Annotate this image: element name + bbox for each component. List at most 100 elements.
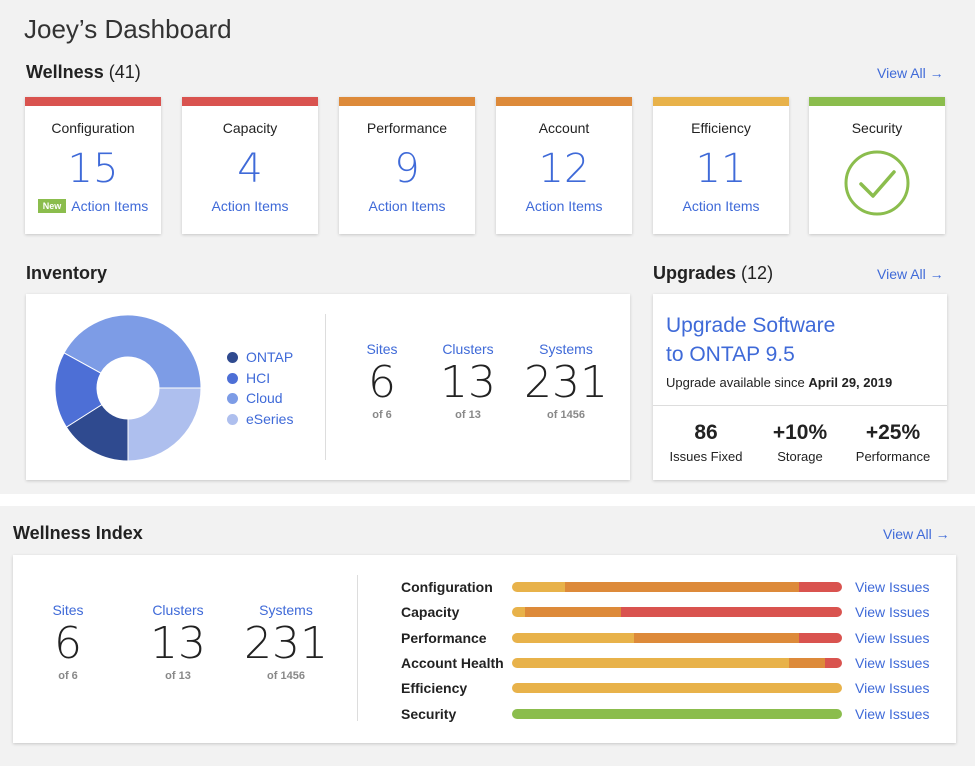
legend-label: Cloud [246, 390, 283, 406]
legend-dot [227, 373, 238, 384]
wi-row-bar-configuration [512, 582, 842, 592]
wellness-title: Wellness [26, 62, 104, 82]
view-issues-link-efficiency[interactable]: View Issues [855, 680, 929, 696]
wellness-card-capacity[interactable]: Capacity 4 Action Items [182, 97, 318, 234]
view-issues-link-account-health[interactable]: View Issues [855, 655, 929, 671]
wi-bar-segment [512, 708, 842, 719]
inventory-header: Inventory [26, 263, 107, 284]
legend-label: ONTAP [246, 349, 294, 365]
wellness-card-efficiency[interactable]: Efficiency 11 Action Items [653, 97, 789, 234]
wi-row-bar-capacity [512, 607, 842, 618]
wi-stat-sites[interactable]: Sites 6 of 6 [18, 602, 118, 682]
stat-sub: of 6 [372, 409, 392, 422]
legend-item-eseries[interactable]: eSeries [227, 411, 293, 427]
action-items-link[interactable]: Action Items [653, 198, 789, 214]
stat-sub: of 1456 [547, 409, 585, 422]
wellness-index-view-all-link[interactable]: View All → [883, 526, 950, 542]
wi-bar-segment [564, 582, 800, 592]
wi-row-label-configuration: Configuration [401, 579, 493, 595]
card-title: Efficiency [691, 120, 751, 136]
stat-label: Sites [52, 602, 84, 618]
upgrade-stat-performance: +25% Performance [843, 421, 943, 464]
upgrade-stat-value: +25% [865, 421, 921, 444]
inventory-stat-clusters[interactable]: Clusters 13 of 13 [418, 341, 518, 421]
card-title: Security [851, 120, 903, 136]
upgrade-headline-link[interactable]: Upgrade Software to ONTAP 9.5 [666, 312, 835, 370]
action-items-link[interactable]: Action Items [182, 198, 318, 214]
wi-bar-segment [512, 657, 790, 668]
view-issues-link-performance[interactable]: View Issues [855, 630, 929, 646]
wi-row-bar-account-health [512, 657, 842, 668]
upgrade-available-date: April 29, 2019 [808, 375, 893, 390]
status-bar [182, 97, 318, 106]
legend-dot [227, 393, 238, 404]
upgrade-stat-label: Issues Fixed [669, 449, 743, 464]
upgrades-header: Upgrades (12) [653, 263, 773, 284]
wellness-card-configuration[interactable]: Configuration 15 New Action Items [25, 97, 161, 234]
upgrades-view-all-link[interactable]: View All → [877, 266, 944, 282]
status-bar [339, 97, 475, 106]
wi-bar-segment [512, 683, 842, 694]
status-bar [25, 97, 161, 106]
legend-item-cloud[interactable]: Cloud [227, 390, 283, 406]
wi-bar-segment [620, 607, 842, 618]
wi-bar-segment [634, 632, 800, 643]
upgrade-available-label: Upgrade available since [666, 375, 809, 390]
status-bar [809, 97, 945, 106]
legend-item-ontap[interactable]: ONTAP [227, 349, 293, 365]
new-badge: New [37, 199, 67, 213]
wi-bar-segment [799, 582, 842, 592]
action-items-link[interactable]: New Action Items [25, 198, 161, 214]
stat-label: Systems [259, 602, 313, 618]
card-value: 15 [67, 146, 119, 192]
wellness-card-account[interactable]: Account 12 Action Items [496, 97, 632, 234]
wi-bar-segment [512, 582, 565, 592]
wellness-card-security[interactable]: Security [809, 97, 945, 234]
wi-row-label-efficiency: Efficiency [401, 680, 468, 697]
card-title: Capacity [222, 120, 278, 136]
inventory-title: Inventory [26, 263, 108, 283]
card-value: 9 [394, 146, 420, 192]
card-value: 11 [695, 146, 747, 192]
action-items-link[interactable]: Action Items [339, 198, 475, 214]
stat-value: 13 [440, 357, 496, 408]
stat-label: Sites [366, 341, 398, 357]
upgrade-stat-label: Storage [777, 449, 823, 464]
upgrade-stat-value: 86 [694, 421, 718, 444]
action-items-link[interactable]: Action Items [496, 198, 632, 214]
stat-value: 6 [54, 618, 82, 669]
inventory-stat-sites[interactable]: Sites 6 of 6 [332, 341, 432, 421]
wellness-view-all-link[interactable]: View All → [877, 65, 944, 81]
upgrade-stat-issues-fixed: 86 Issues Fixed [656, 421, 756, 464]
card-title: Configuration [51, 120, 135, 136]
inventory-stat-systems[interactable]: Systems 231 of 1456 [516, 341, 616, 421]
upgrade-stat-storage: +10% Storage [750, 421, 850, 464]
upgrade-available-text: Upgrade available since April 29, 2019 [666, 375, 892, 390]
wi-stat-systems[interactable]: Systems 231 of 1456 [236, 602, 336, 682]
upgrade-stat-label: Performance [855, 449, 931, 464]
card-value: 12 [538, 146, 590, 192]
view-issues-link-capacity[interactable]: View Issues [855, 604, 929, 620]
wi-stat-clusters[interactable]: Clusters 13 of 13 [128, 602, 228, 682]
stat-sub: of 6 [58, 670, 78, 683]
checkmark-circle-icon [844, 150, 910, 216]
wellness-index-header: Wellness Index [13, 523, 143, 544]
legend-item-hci[interactable]: HCI [227, 370, 270, 386]
legend-label: HCI [246, 370, 271, 386]
wi-bar-segment [825, 657, 842, 668]
view-issues-link-configuration[interactable]: View Issues [855, 579, 929, 595]
wellness-index-title: Wellness Index [13, 523, 143, 543]
status-bar [653, 97, 789, 106]
stat-sub: of 13 [165, 670, 191, 683]
wellness-card-performance[interactable]: Performance 9 Action Items [339, 97, 475, 234]
donut-slice-eseries[interactable] [127, 387, 202, 462]
wi-row-bar-security [512, 708, 842, 719]
upgrade-stat-value: +10% [772, 421, 828, 444]
stat-sub: of 1456 [267, 670, 305, 683]
stat-value: 6 [368, 357, 396, 408]
stat-value: 231 [244, 618, 328, 669]
card-value: 4 [237, 146, 263, 192]
status-bar [496, 97, 632, 106]
stat-label: Clusters [152, 602, 204, 618]
view-issues-link-security[interactable]: View Issues [855, 706, 929, 722]
